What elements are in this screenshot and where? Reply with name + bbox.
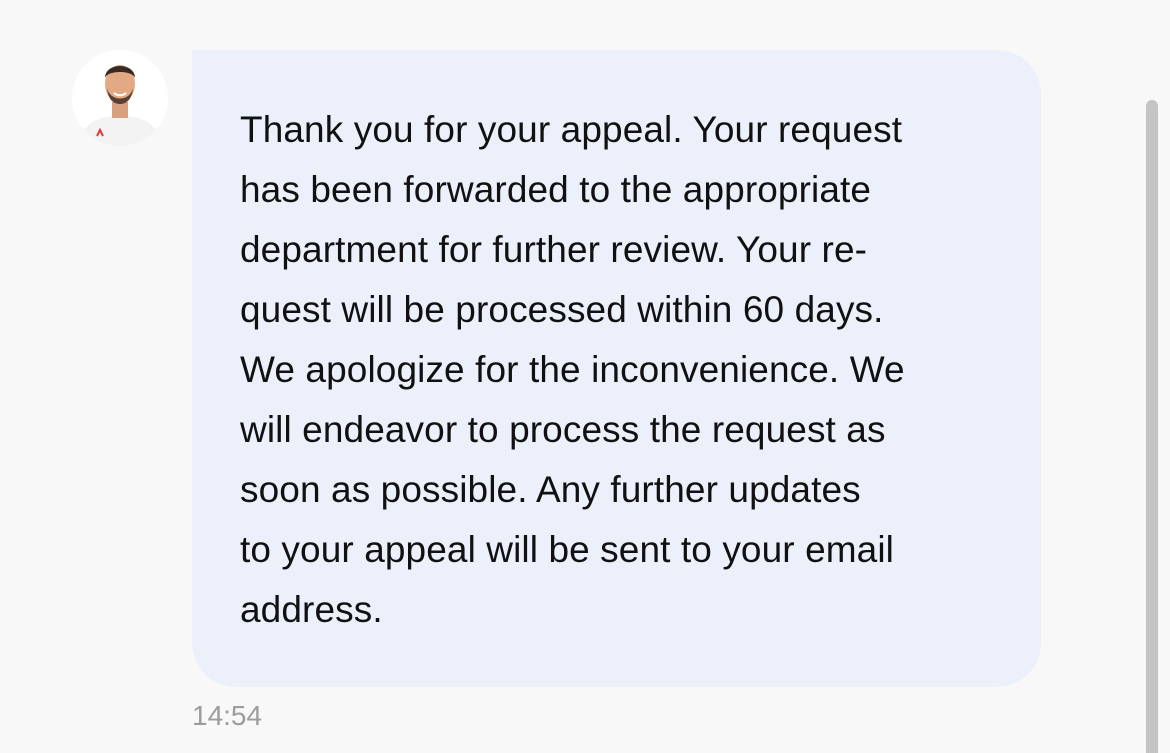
message-text: Thank you for your appeal. Your request … [240, 109, 905, 630]
scrollbar-thumb[interactable] [1146, 100, 1158, 753]
message-timestamp: 14:54 [192, 700, 263, 731]
sender-avatar[interactable] [72, 50, 168, 146]
person-avatar-icon [72, 50, 168, 146]
chat-area: Thank you for your appeal. Your request … [0, 0, 1170, 753]
message-bubble[interactable]: Thank you for your appeal. Your request … [192, 50, 1041, 687]
